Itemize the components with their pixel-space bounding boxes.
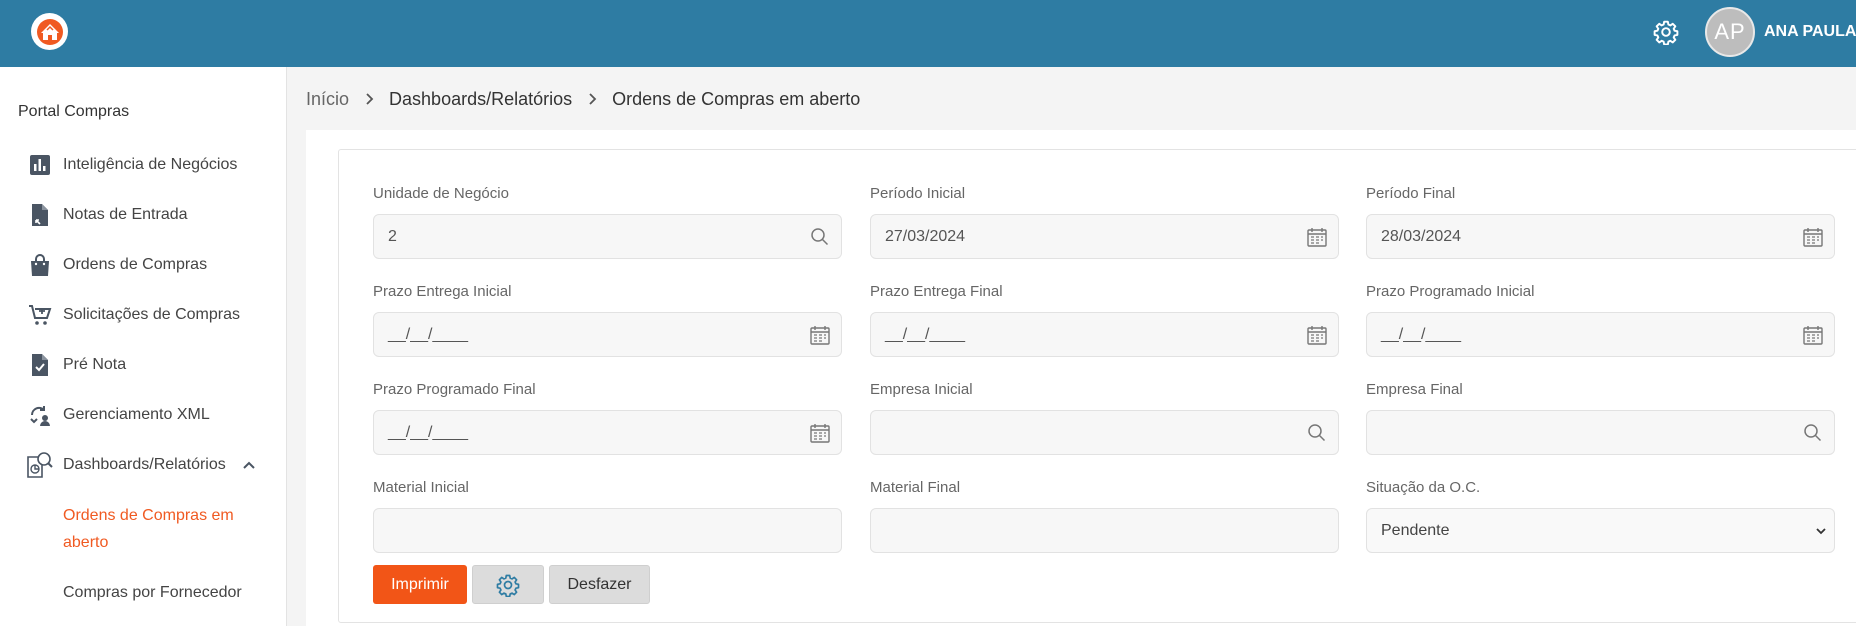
prazo-programado-inicial-label: Prazo Programado Inicial bbox=[1366, 283, 1535, 300]
top-bar: AP ANA PAULA S bbox=[0, 0, 1856, 67]
material-final-field[interactable] bbox=[870, 508, 1339, 553]
sidebar-item-pre-nota[interactable]: Pré Nota bbox=[26, 350, 126, 380]
calendar-icon[interactable] bbox=[1306, 226, 1328, 248]
user-name[interactable]: ANA PAULA S bbox=[1764, 23, 1856, 41]
prazo-programado-inicial-value: __/__/____ bbox=[1381, 326, 1462, 343]
house-logo-icon bbox=[36, 18, 63, 45]
print-button[interactable]: Imprimir bbox=[373, 565, 467, 604]
chevron-down-icon[interactable] bbox=[1814, 524, 1828, 538]
sidebar-item-inteligencia-negocios[interactable]: Inteligência de Negócios bbox=[26, 150, 237, 180]
prazo-entrega-inicial-value: __/__/____ bbox=[388, 326, 469, 343]
breadcrumb-section-link[interactable]: Dashboards/Relatórios bbox=[389, 89, 572, 110]
prazo-entrega-inicial-label: Prazo Entrega Inicial bbox=[373, 283, 512, 300]
settings-gear-icon[interactable] bbox=[1653, 19, 1679, 45]
unidade-negocio-value: 2 bbox=[388, 228, 397, 245]
document-check-icon bbox=[26, 351, 54, 379]
document-import-icon bbox=[26, 201, 54, 229]
sidebar-item-label: Inteligência de Negócios bbox=[63, 156, 238, 173]
prazo-programado-final-label: Prazo Programado Final bbox=[373, 381, 536, 398]
report-search-icon bbox=[26, 451, 54, 479]
periodo-inicial-label: Período Inicial bbox=[870, 185, 966, 202]
sidebar-item-label: Gerenciamento XML bbox=[63, 406, 210, 423]
xml-manage-icon bbox=[26, 401, 54, 429]
prazo-entrega-final-value: __/__/____ bbox=[885, 326, 966, 343]
situacao-oc-select[interactable]: Pendente bbox=[1366, 508, 1835, 553]
prazo-programado-inicial-field[interactable]: __/__/____ bbox=[1366, 312, 1835, 357]
shopping-bag-icon bbox=[26, 251, 54, 279]
sidebar-subitem-ordens-abertas[interactable]: Ordens de Compras em aberto bbox=[63, 502, 243, 556]
search-icon[interactable] bbox=[809, 226, 831, 248]
sidebar-item-notas-entrada[interactable]: Notas de Entrada bbox=[26, 200, 188, 230]
chevron-right-icon bbox=[365, 92, 375, 106]
material-inicial-label: Material Inicial bbox=[373, 479, 469, 496]
empresa-final-field[interactable] bbox=[1366, 410, 1835, 455]
breadcrumb-home-link[interactable]: Início bbox=[306, 89, 349, 110]
sidebar-item-dashboards-relatorios[interactable]: Dashboards/Relatórios bbox=[26, 450, 256, 480]
search-icon[interactable] bbox=[1306, 422, 1328, 444]
unidade-negocio-field[interactable]: 2 bbox=[373, 214, 842, 259]
periodo-inicial-field[interactable]: 27/03/2024 bbox=[870, 214, 1339, 259]
sidebar-item-label: Ordens de Compras bbox=[63, 256, 208, 273]
sidebar-item-label: Solicitações de Compras bbox=[63, 306, 240, 323]
prazo-programado-final-value: __/__/____ bbox=[388, 424, 469, 441]
empresa-inicial-field[interactable] bbox=[870, 410, 1339, 455]
bar-chart-icon bbox=[26, 151, 54, 179]
material-inicial-field[interactable] bbox=[373, 508, 842, 553]
app-logo[interactable] bbox=[31, 13, 68, 50]
avatar-initials: AP bbox=[1714, 19, 1746, 44]
periodo-final-value: 28/03/2024 bbox=[1381, 228, 1462, 245]
undo-button[interactable]: Desfazer bbox=[549, 565, 650, 604]
empresa-inicial-label: Empresa Inicial bbox=[870, 381, 973, 398]
sidebar-item-label: Dashboards/Relatórios bbox=[63, 456, 226, 473]
situacao-oc-label: Situação da O.C. bbox=[1366, 479, 1481, 496]
prazo-entrega-inicial-field[interactable]: __/__/____ bbox=[373, 312, 842, 357]
options-button[interactable] bbox=[472, 565, 544, 604]
prazo-entrega-final-field[interactable]: __/__/____ bbox=[870, 312, 1339, 357]
sidebar-item-ordens-compras[interactable]: Ordens de Compras bbox=[26, 250, 207, 280]
sidebar-item-gerenciamento-xml[interactable]: Gerenciamento XML bbox=[26, 400, 210, 430]
prazo-programado-final-field[interactable]: __/__/____ bbox=[373, 410, 842, 455]
breadcrumb: Início Dashboards/Relatórios Ordens de C… bbox=[306, 87, 860, 111]
calendar-icon[interactable] bbox=[1306, 324, 1328, 346]
prazo-entrega-final-label: Prazo Entrega Final bbox=[870, 283, 1003, 300]
sidebar-item-label: Notas de Entrada bbox=[63, 206, 188, 223]
periodo-inicial-value: 27/03/2024 bbox=[885, 228, 966, 245]
search-icon[interactable] bbox=[1802, 422, 1824, 444]
sidebar-title: Portal Compras bbox=[18, 103, 130, 120]
settings-gear-icon bbox=[496, 574, 520, 597]
chevron-right-icon bbox=[588, 92, 598, 106]
calendar-icon[interactable] bbox=[1802, 226, 1824, 248]
situacao-oc-value: Pendente bbox=[1381, 522, 1450, 539]
cart-add-icon bbox=[26, 301, 54, 329]
sidebar-subitem-compras-fornecedor[interactable]: Compras por Fornecedor bbox=[63, 579, 242, 606]
sidebar-item-solicitacoes-compras[interactable]: Solicitações de Compras bbox=[26, 300, 240, 330]
periodo-final-label: Período Final bbox=[1366, 185, 1456, 202]
sidebar-item-label: Pré Nota bbox=[63, 356, 127, 373]
unidade-negocio-label: Unidade de Negócio bbox=[373, 185, 509, 202]
periodo-final-field[interactable]: 28/03/2024 bbox=[1366, 214, 1835, 259]
chevron-up-icon[interactable] bbox=[242, 458, 256, 472]
material-final-label: Material Final bbox=[870, 479, 961, 496]
breadcrumb-current: Ordens de Compras em aberto bbox=[612, 88, 861, 109]
calendar-icon[interactable] bbox=[809, 422, 831, 444]
avatar[interactable]: AP bbox=[1705, 7, 1755, 57]
empresa-final-label: Empresa Final bbox=[1366, 381, 1463, 398]
calendar-icon[interactable] bbox=[809, 324, 831, 346]
calendar-icon[interactable] bbox=[1802, 324, 1824, 346]
